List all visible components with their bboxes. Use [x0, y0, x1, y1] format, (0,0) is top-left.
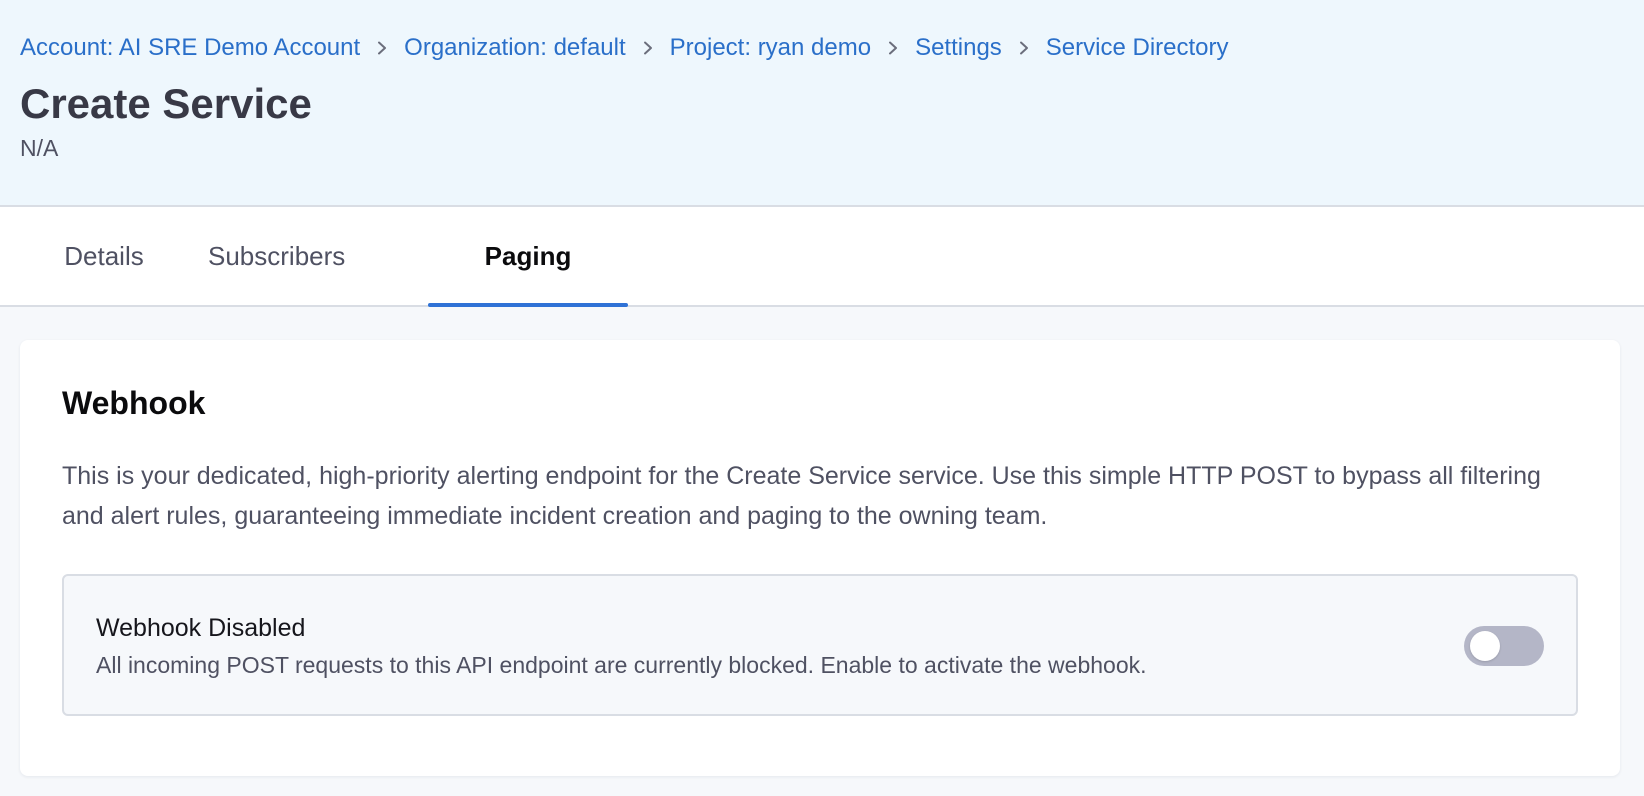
- chevron-right-icon: [360, 30, 404, 66]
- breadcrumb: Account: AI SRE Demo Account Organizatio…: [20, 30, 1624, 66]
- tab-bar: Details Subscribers Paging: [0, 207, 1644, 307]
- page-subtitle: N/A: [20, 135, 59, 162]
- breadcrumb-service-directory[interactable]: Service Directory: [1046, 34, 1229, 62]
- create-service-page: Account: AI SRE Demo Account Organizatio…: [0, 0, 1644, 796]
- breadcrumb-project[interactable]: Project: ryan demo: [670, 34, 871, 62]
- tab-subscribers[interactable]: Subscribers: [208, 207, 428, 305]
- tab-details[interactable]: Details: [42, 207, 166, 305]
- breadcrumb-organization[interactable]: Organization: default: [404, 34, 625, 62]
- tab-paging[interactable]: Paging: [428, 207, 628, 307]
- webhook-status-title: Webhook Disabled: [96, 614, 306, 643]
- webhook-card-description: This is your dedicated, high-priority al…: [62, 462, 1541, 531]
- webhook-status-description: All incoming POST requests to this API e…: [96, 652, 1147, 679]
- chevron-right-icon: [1002, 30, 1046, 66]
- webhook-status-panel: Webhook Disabled All incoming POST reque…: [62, 574, 1578, 717]
- webhook-card-title: Webhook: [62, 385, 206, 421]
- webhook-enable-toggle[interactable]: [1464, 626, 1544, 667]
- toggle-knob: [1470, 631, 1500, 662]
- page-title: Create Service: [20, 80, 312, 127]
- webhook-card: Webhook This is your dedicated, high-pri…: [20, 340, 1620, 776]
- page-header: Account: AI SRE Demo Account Organizatio…: [0, 0, 1644, 207]
- chevron-right-icon: [871, 30, 915, 66]
- breadcrumb-settings[interactable]: Settings: [915, 34, 1002, 62]
- chevron-right-icon: [626, 30, 670, 66]
- breadcrumb-account[interactable]: Account: AI SRE Demo Account: [20, 34, 360, 62]
